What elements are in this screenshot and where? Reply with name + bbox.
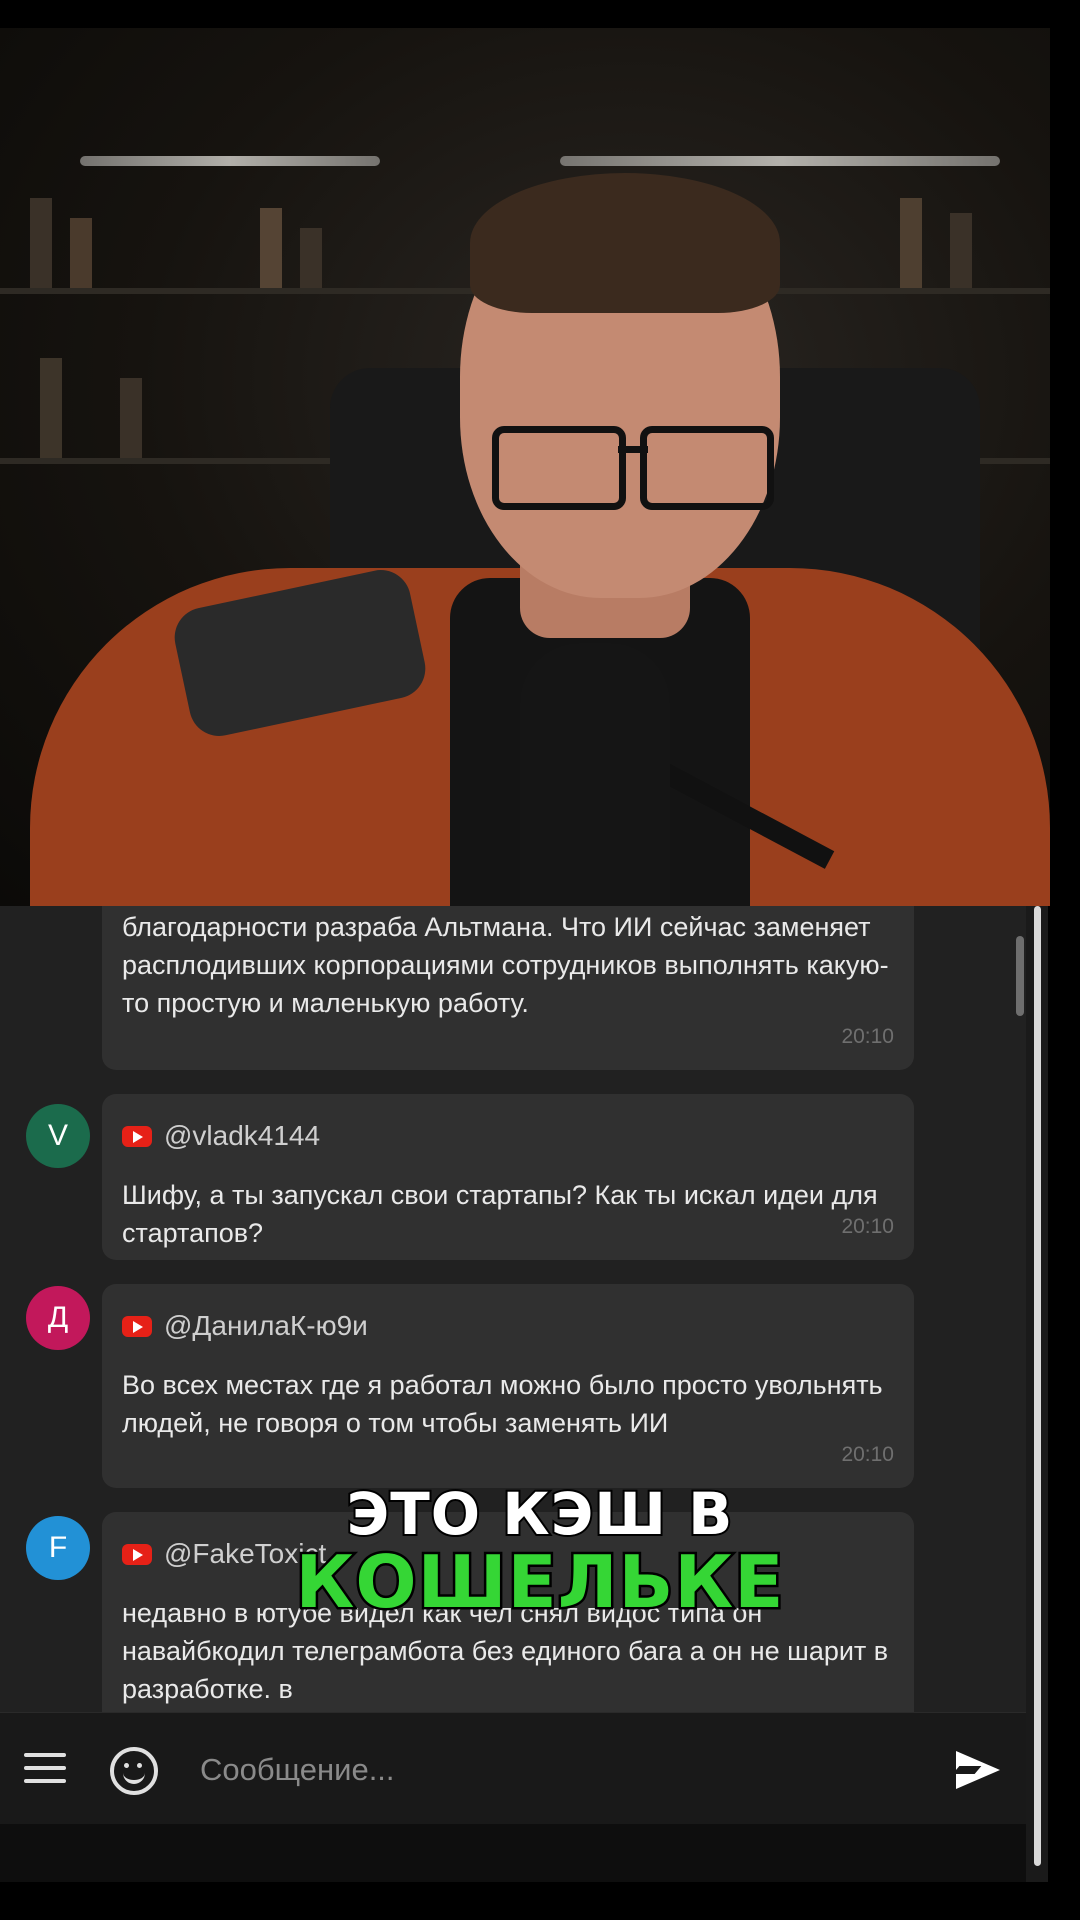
author-name: @vladk4144 (164, 1120, 321, 1151)
message-input[interactable] (198, 1743, 922, 1797)
video-feed (0, 28, 1050, 906)
shelf-lights (560, 156, 1000, 166)
book (120, 378, 142, 458)
glasses-lens (640, 426, 774, 510)
microphone (520, 643, 670, 906)
youtube-icon (122, 1125, 152, 1147)
menu-icon[interactable] (24, 1753, 66, 1783)
emoji-icon[interactable] (110, 1747, 158, 1795)
glasses-lens (492, 426, 626, 510)
message-text: Во всех местах где я работал можно было … (122, 1370, 883, 1438)
book (30, 198, 52, 288)
book (260, 208, 282, 288)
chat-message: @ДанилаК-ю9и Во всех местах где я работа… (102, 1284, 914, 1488)
glasses-bridge (618, 446, 648, 453)
book (900, 198, 922, 288)
send-icon[interactable] (956, 1751, 1000, 1789)
message-text: Шифу, а ты запускал свои стартапы? Как т… (122, 1180, 878, 1248)
footer-strip (0, 1824, 1026, 1882)
avatar-letter: V (47, 1119, 68, 1152)
avatar-letter: Д (47, 1301, 69, 1334)
chat-message: благодарности разраба Альтмана. Что ИИ с… (102, 906, 914, 1070)
message-author[interactable]: @ДанилаК-ю9и (102, 1284, 914, 1346)
person-hair (470, 173, 780, 313)
chat-scrollbar[interactable] (1016, 906, 1048, 1882)
message-time: 20:10 (841, 1443, 894, 1466)
book (70, 218, 92, 288)
avatar[interactable]: V (26, 1104, 90, 1168)
scroll-track[interactable] (1034, 906, 1041, 1866)
message-input-bar (0, 1712, 1026, 1825)
book (950, 213, 972, 288)
caption-line-2: КОШЕЛЬКЕ (293, 1538, 786, 1627)
book (300, 228, 322, 288)
avatar[interactable]: Д (26, 1286, 90, 1350)
scroll-thumb[interactable] (1016, 936, 1024, 1016)
message-text: благодарности разраба Альтмана. Что ИИ с… (122, 912, 889, 1018)
youtube-icon (122, 1315, 152, 1337)
message-author[interactable]: @vladk4144 (102, 1094, 914, 1156)
book (40, 358, 62, 458)
shelf-lights (80, 156, 380, 166)
author-name: @ДанилаК-ю9и (164, 1310, 368, 1341)
caption-line-1: ЭТО КЭШ В (345, 1478, 735, 1550)
message-time: 20:10 (841, 1025, 894, 1048)
chat-message: @vladk4144 Шифу, а ты запускал свои стар… (102, 1094, 914, 1260)
message-time: 20:10 (841, 1215, 894, 1238)
